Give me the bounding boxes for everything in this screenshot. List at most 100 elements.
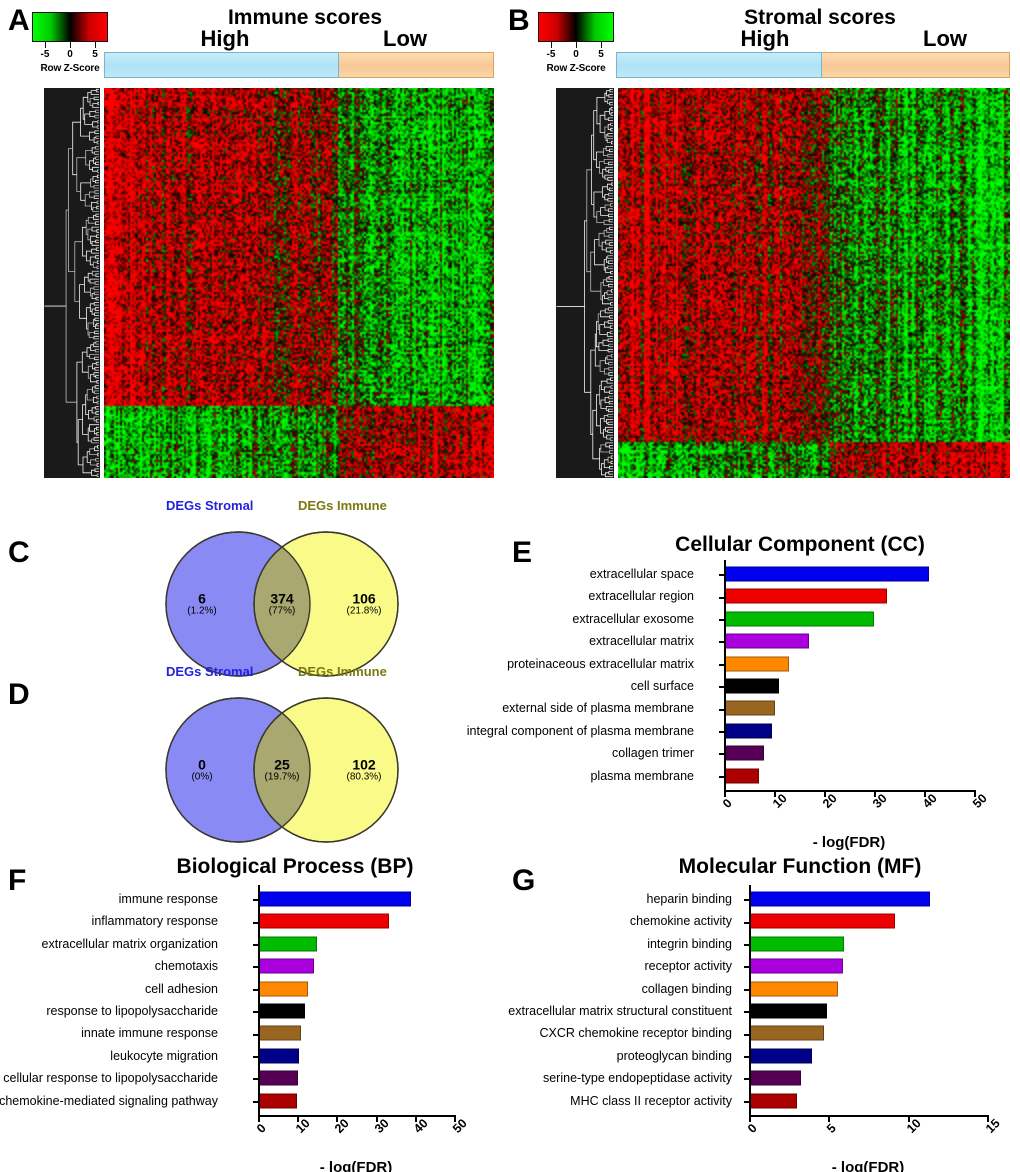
go-term-row: extracellular exosome <box>530 609 994 629</box>
panel-g-title: Molecular Function (MF) <box>678 855 922 878</box>
go-y-axis <box>724 560 726 790</box>
go-x-tick-label: 0 <box>745 1121 760 1136</box>
go-term-row: serine-type endopeptidase activity <box>520 1068 1007 1088</box>
venn-d-right-count: 102 <box>352 756 376 773</box>
go-term-bar <box>724 745 764 761</box>
go-term-label: chemokine-mediated signaling pathway <box>0 1093 218 1108</box>
go-term-bar <box>749 1025 824 1041</box>
go-term-bar <box>258 891 411 907</box>
go-term-bar <box>724 633 809 649</box>
venn-d-intersection-percent: (19.7%) <box>264 771 300 783</box>
go-term-label: cell surface <box>630 678 694 693</box>
go-term-label: immune response <box>118 891 218 906</box>
go-term-label: extracellular exosome <box>572 611 694 626</box>
go-term-label: plasma membrane <box>590 768 694 783</box>
go-term-bar <box>258 1048 300 1064</box>
go-term-bar <box>749 936 845 952</box>
go-x-tick-label: 0 <box>720 796 735 811</box>
go-term-bar <box>258 1070 298 1086</box>
go-term-bar <box>724 723 772 739</box>
panel-a-low-segment <box>338 52 494 78</box>
go-term-row: extracellular region <box>530 586 994 606</box>
go-term-label: extracellular matrix <box>589 633 694 648</box>
go-term-bar <box>724 611 874 627</box>
go-term-bar <box>258 958 315 974</box>
panel-b-zscore-legend: -5 0 5 Row Z-Score <box>534 12 618 74</box>
go-x-axis-title: - log(FDR) <box>812 834 886 851</box>
panel-letter-c: C <box>8 536 30 569</box>
go-term-row: leukocyte migration <box>20 1046 474 1066</box>
go-term-bar <box>724 656 789 672</box>
go-term-row: integral component of plasma membrane <box>467 721 994 741</box>
go-term-row: extracellular matrix organization <box>20 934 474 954</box>
go-term-row: extracellular matrix <box>530 631 994 651</box>
venn-c-right-only: 106 (21.8%) <box>346 591 381 616</box>
venn-c-right-percent: (21.8%) <box>346 605 382 617</box>
panel-a-row-dendrogram <box>44 88 100 478</box>
go-term-bar <box>749 1003 827 1019</box>
panel-b-low-segment <box>822 52 1010 78</box>
go-term-bar <box>724 768 759 784</box>
go-term-label: proteinaceous extracellular matrix <box>507 656 694 671</box>
go-term-row: extracellular space <box>530 564 994 584</box>
go-term-label: collagen trimer <box>612 745 694 760</box>
go-term-row: collagen trimer <box>530 743 994 763</box>
panel-b-high-segment <box>616 52 823 78</box>
go-term-bar <box>258 1003 306 1019</box>
venn-c-left-percent: (1.2%) <box>187 605 217 617</box>
zscore-tick-a-0: -5 <box>40 49 50 60</box>
go-term-label: integral component of plasma membrane <box>466 723 694 738</box>
venn-c-left-count: 6 <box>198 590 206 607</box>
go-term-row: innate immune response <box>20 1023 474 1043</box>
go-term-row: chemotaxis <box>20 956 474 976</box>
go-term-bar <box>749 913 895 929</box>
zscore-tick-marks-b <box>538 42 614 49</box>
go-term-label: MHC class II receptor activity <box>570 1093 732 1108</box>
panel-b-row-dendrogram <box>556 88 614 478</box>
go-term-label: cell adhesion <box>145 981 218 996</box>
zscore-tick-labels-b: -5 0 5 <box>538 49 614 62</box>
go-term-row: chemokine activity <box>520 911 1007 931</box>
go-term-label: extracellular matrix structural constitu… <box>508 1003 732 1018</box>
panel-b-group-low-label: Low <box>923 26 967 51</box>
go-term-bar <box>749 958 843 974</box>
go-x-tick-label: 40 <box>410 1116 431 1136</box>
go-y-axis <box>749 885 751 1115</box>
go-term-label: chemokine activity <box>629 914 732 929</box>
go-term-bar <box>749 1093 797 1109</box>
go-term-row: heparin binding <box>520 889 1007 909</box>
go-term-row: receptor activity <box>520 956 1007 976</box>
panel-a-group-high-label: High <box>200 26 250 51</box>
go-term-bar <box>724 566 929 582</box>
go-term-row: MHC class II receptor activity <box>520 1091 1007 1111</box>
panel-b-heatmap <box>618 88 1010 478</box>
go-x-tick-label: 10 <box>903 1116 924 1136</box>
go-x-axis <box>258 1115 456 1117</box>
panel-f-title: Biological Process (BP) <box>176 855 414 878</box>
cellular-component-bar-chart: extracellular space extracellular region e… <box>467 560 1010 851</box>
go-term-row: proteinaceous extracellular matrix <box>507 654 994 674</box>
go-term-bar <box>749 1048 813 1064</box>
go-term-row: plasma membrane <box>530 766 994 786</box>
go-term-label: integrin binding <box>647 936 732 951</box>
go-term-row: integrin binding <box>520 934 1007 954</box>
go-x-tick-label: 10 <box>293 1116 313 1136</box>
go-term-bar <box>724 700 775 716</box>
go-term-row: cell adhesion <box>20 979 474 999</box>
go-x-tick-label: 50 <box>970 791 990 811</box>
go-term-bar <box>258 936 317 952</box>
go-term-label: inflammatory response <box>91 914 218 929</box>
panel-e-title: Cellular Component (CC) <box>675 533 925 556</box>
go-x-tick-label: 10 <box>770 791 790 811</box>
go-term-row: collagen binding <box>520 979 1007 999</box>
panel-letter-d: D <box>8 678 30 711</box>
biological-process-bar-chart: immune response inflammatory response extr… <box>0 885 500 1172</box>
venn-c-left-only: 6 (1.2%) <box>187 591 216 616</box>
zscore-gradient-bar-a <box>32 12 108 42</box>
venn-d-intersection-count: 25 <box>274 756 290 773</box>
venn-d-left-count: 0 <box>198 756 206 773</box>
zscore-tick-b-2: 5 <box>598 49 604 60</box>
go-term-label: extracellular region <box>588 589 694 604</box>
figure-root: A Immune scores -5 0 5 Row Z-Score High … <box>0 0 1020 1172</box>
go-x-tick-label: 50 <box>450 1116 470 1136</box>
